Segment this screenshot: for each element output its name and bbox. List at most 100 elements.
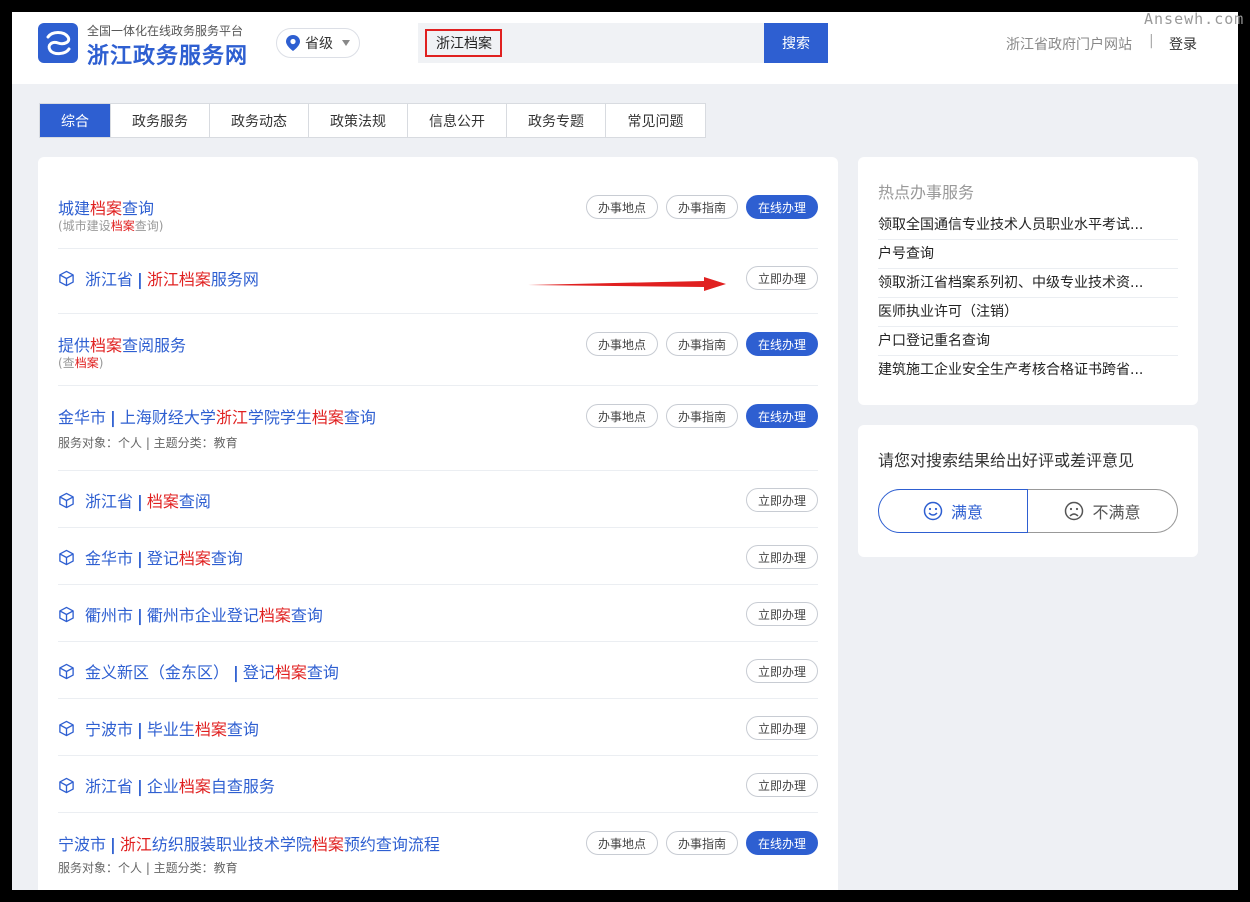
satisfied-button[interactable]: 满意 <box>878 489 1028 533</box>
tab-1[interactable]: 政务服务 <box>111 104 210 137</box>
handle-now-button[interactable]: 立即办理 <box>745 545 818 569</box>
guide-button[interactable]: 办事指南 <box>665 332 738 356</box>
title-segment: 查询 <box>210 549 243 568</box>
search-button[interactable]: 搜索 <box>764 23 828 63</box>
location-button[interactable]: 办事地点 <box>585 332 658 356</box>
location-pin-icon <box>286 35 300 51</box>
title-divider: | <box>110 408 116 427</box>
online-button[interactable]: 在线办理 <box>745 831 818 855</box>
hot-service-item[interactable]: 户口登记重名查询 <box>878 327 1178 356</box>
title-segment: 查询 <box>226 720 259 739</box>
tab-5[interactable]: 政务专题 <box>507 104 606 137</box>
handle-now-button[interactable]: 立即办理 <box>745 659 818 683</box>
result-title[interactable]: 宁波市 | 毕业生档案查询 <box>58 716 259 740</box>
result-row: 衢州市 | 衢州市企业登记档案查询 立即办理 <box>58 585 818 642</box>
title-segment: 纺织服装职业技术学院 <box>151 835 312 854</box>
region-label: 省级 <box>305 36 333 52</box>
title-segment: 档案 <box>74 356 99 370</box>
location-button[interactable]: 办事地点 <box>585 831 658 855</box>
result-title[interactable]: 金华市 | 上海财经大学浙江学院学生档案查询 <box>58 404 376 428</box>
title-divider: | <box>110 835 116 854</box>
title-segment: 档案 <box>178 549 211 568</box>
tab-3[interactable]: 政策法规 <box>309 104 408 137</box>
result-actions: 办事地点 办事指南 在线办理 <box>585 404 818 428</box>
title-segment: 档案 <box>258 606 291 625</box>
feedback-panel: 请您对搜索结果给出好评或差评意见 满意 不满意 <box>858 425 1198 557</box>
handle-now-button[interactable]: 立即办理 <box>745 716 818 740</box>
handle-now-button[interactable]: 立即办理 <box>745 266 818 290</box>
site-logo[interactable] <box>38 23 78 63</box>
tab-0[interactable]: 综合 <box>40 104 111 137</box>
hot-service-item[interactable]: 领取浙江省档案系列初、中级专业技术资... <box>878 269 1178 298</box>
hot-service-item[interactable]: 领取全国通信专业技术人员职业水平考试... <box>878 211 1178 240</box>
title-segment: ) <box>98 356 104 370</box>
handle-now-button[interactable]: 立即办理 <box>745 488 818 512</box>
result-actions: 立即办理 <box>745 545 818 569</box>
title-segment: 查询 <box>290 606 323 625</box>
result-row: 金华市 | 登记档案查询 立即办理 <box>58 528 818 585</box>
result-subtitle: (查档案) <box>58 354 103 371</box>
hot-service-item[interactable]: 户号查询 <box>878 240 1178 269</box>
title-segment: 查询 <box>343 408 376 427</box>
result-region: 浙江省 <box>85 492 134 511</box>
handle-now-button[interactable]: 立即办理 <box>745 773 818 797</box>
site-header: 全国一体化在线政务服务平台 浙江政务服务网 省级 搜索 浙江省政府门户网站 | … <box>12 12 1238 84</box>
result-actions: 立即办理 <box>745 488 818 512</box>
result-title[interactable]: 宁波市 | 浙江纺织服装职业技术学院档案预约查询流程 <box>58 831 440 855</box>
guide-button[interactable]: 办事指南 <box>665 195 738 219</box>
title-segment: 学院学生 <box>247 408 312 427</box>
hot-services-panel: 热点办事服务 领取全国通信专业技术人员职业水平考试... 户号查询 领取浙江省档案系… <box>858 157 1198 405</box>
site-title[interactable]: 浙江政务服务网 <box>87 38 248 70</box>
title-segment: 登记 <box>242 663 275 682</box>
title-divider: | <box>233 663 239 682</box>
chevron-down-icon <box>342 40 350 46</box>
result-title[interactable]: 浙江省 | 浙江档案服务网 <box>58 266 259 290</box>
online-button[interactable]: 在线办理 <box>745 195 818 219</box>
tab-2[interactable]: 政务动态 <box>210 104 309 137</box>
login-link[interactable]: 登录 <box>1169 34 1197 54</box>
result-row: 金义新区（金东区） | 登记档案查询 立即办理 <box>58 642 818 699</box>
title-segment: 查阅 <box>178 492 211 511</box>
portal-link[interactable]: 浙江省政府门户网站 <box>1006 34 1132 54</box>
result-region: 金义新区（金东区） <box>85 663 230 682</box>
result-row: 浙江省 | 档案查阅 立即办理 <box>58 471 818 528</box>
online-button[interactable]: 在线办理 <box>745 404 818 428</box>
title-segment: 档案 <box>311 835 344 854</box>
online-button[interactable]: 在线办理 <box>745 332 818 356</box>
result-title[interactable]: 金义新区（金东区） | 登记档案查询 <box>58 659 339 683</box>
header-separator: | <box>1149 33 1154 49</box>
location-button[interactable]: 办事地点 <box>585 404 658 428</box>
location-button[interactable]: 办事地点 <box>585 195 658 219</box>
title-divider: | <box>137 492 143 511</box>
site-subtitle: 全国一体化在线政务服务平台 <box>87 24 244 38</box>
result-title[interactable]: 浙江省 | 档案查阅 <box>58 488 211 512</box>
result-title[interactable]: 提供档案查阅服务 <box>58 332 186 356</box>
unsatisfied-button[interactable]: 不满意 <box>1028 489 1178 533</box>
title-segment: 浙江 <box>215 408 248 427</box>
tab-6[interactable]: 常见问题 <box>606 104 705 137</box>
result-meta: 服务对象：个人 | 主题分类：教育 <box>58 861 238 875</box>
cube-icon <box>59 720 74 737</box>
cube-icon <box>59 777 74 794</box>
result-title[interactable]: 金华市 | 登记档案查询 <box>58 545 243 569</box>
cube-icon <box>59 606 74 623</box>
title-segment: 档案 <box>110 219 135 233</box>
search-input[interactable] <box>424 27 758 59</box>
tab-4[interactable]: 信息公开 <box>408 104 507 137</box>
frown-icon <box>1065 501 1084 521</box>
cube-icon <box>59 663 74 680</box>
result-title[interactable]: 浙江省 | 企业档案自查服务 <box>58 773 275 797</box>
result-actions: 办事地点 办事指南 在线办理 <box>585 332 818 356</box>
guide-button[interactable]: 办事指南 <box>665 404 738 428</box>
hot-service-item[interactable]: 医师执业许可（注销） <box>878 298 1178 327</box>
result-region: 宁波市 <box>85 720 134 739</box>
guide-button[interactable]: 办事指南 <box>665 831 738 855</box>
title-segment: 提供 <box>58 336 91 355</box>
result-title[interactable]: 衢州市 | 衢州市企业登记档案查询 <box>58 602 323 626</box>
title-segment: 查询 <box>122 199 155 218</box>
handle-now-button[interactable]: 立即办理 <box>745 602 818 626</box>
hot-service-item[interactable]: 建筑施工企业安全生产考核合格证书跨省... <box>878 356 1178 385</box>
result-region: 宁波市 <box>58 835 107 854</box>
region-selector[interactable]: 省级 <box>276 28 360 58</box>
result-title[interactable]: 城建档案查询 <box>58 195 154 219</box>
